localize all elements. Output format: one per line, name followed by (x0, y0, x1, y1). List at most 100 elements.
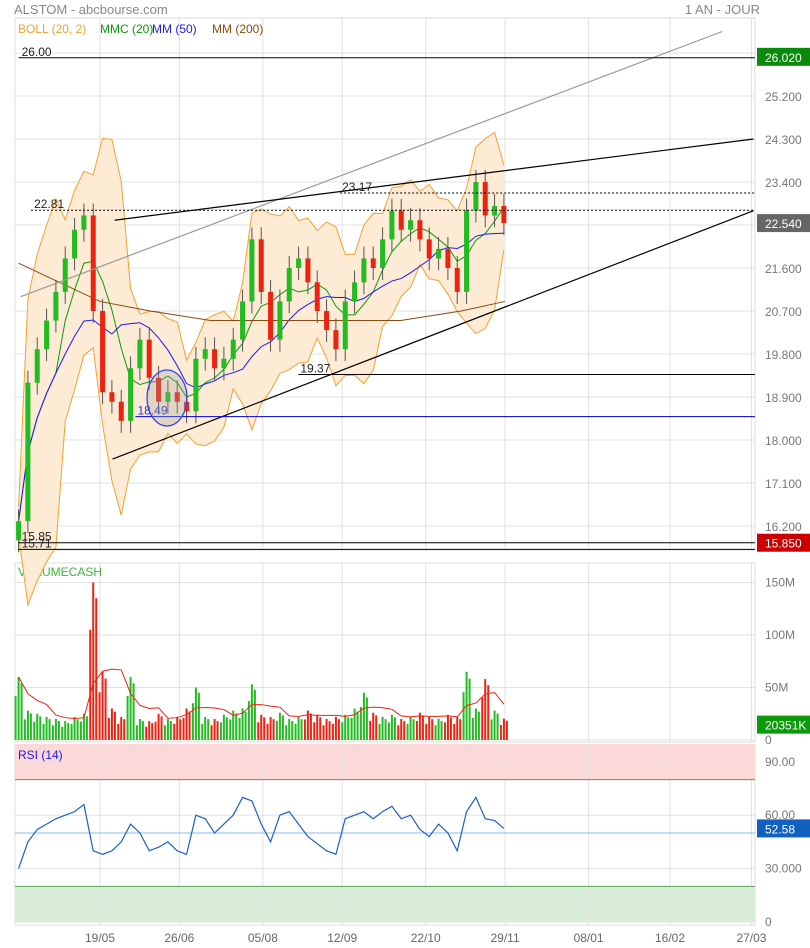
volume-tick-label: 150M (765, 576, 795, 590)
candle-body (324, 311, 330, 331)
volume-bar (316, 714, 319, 740)
price-tick-label: 16.200 (765, 520, 802, 534)
volume-bar (201, 723, 204, 740)
volume-bar (45, 716, 48, 740)
volume-bar (272, 719, 275, 740)
volume-bar (132, 683, 135, 740)
candle-body (352, 282, 358, 302)
volume-bar (285, 725, 288, 740)
candle-body (389, 210, 395, 240)
volume-bar (415, 720, 418, 740)
volume-bar (453, 723, 456, 740)
volume-bar (359, 706, 362, 740)
volume-bar (20, 683, 23, 740)
volume-bar (403, 721, 406, 740)
volume-bar (434, 725, 437, 740)
x-tick-label: 16/02 (655, 931, 685, 945)
volume-bar (428, 716, 431, 740)
volume-bar (194, 687, 197, 740)
volume-bar (490, 719, 493, 740)
volume-bar (365, 697, 368, 740)
candle-body (90, 215, 96, 311)
candle-body (342, 301, 348, 350)
legend-item: MMC (20) (100, 22, 153, 36)
volume-bar (437, 719, 440, 740)
volume-tag-label: 20351K (765, 719, 806, 733)
candle-body (221, 358, 227, 369)
volume-bar (110, 708, 113, 740)
candle-body (286, 268, 292, 302)
volume-bar (185, 708, 188, 740)
volume-bar (266, 723, 269, 740)
volume-bar (303, 719, 306, 740)
volume-bar (219, 722, 222, 740)
rsi-panel-title: RSI (14) (18, 748, 63, 762)
level-label: 22.81 (34, 197, 64, 211)
volume-tick-label: 50M (765, 681, 788, 695)
volume-bar (319, 717, 322, 740)
volume-bar (331, 723, 334, 740)
volume-bar (197, 692, 200, 740)
volume-bar (79, 721, 82, 740)
volume-bar (387, 722, 390, 740)
volume-bar (238, 717, 241, 740)
volume-bar (182, 717, 185, 740)
x-tick-label: 27/03 (736, 931, 766, 945)
level-label: 15.71 (22, 536, 52, 550)
candle-body (445, 248, 451, 268)
volume-bar (204, 716, 207, 740)
volume-bar (459, 719, 462, 740)
volume-bar (169, 721, 172, 740)
volume-bar (207, 719, 210, 740)
volume-bar (89, 629, 92, 740)
price-tag-label: 26.020 (765, 51, 802, 65)
volume-bar (163, 725, 166, 740)
volume-bar (322, 725, 325, 740)
volume-bar (92, 582, 95, 740)
x-tick-label: 12/09 (327, 931, 357, 945)
candle-body (268, 291, 274, 340)
volume-bar (145, 726, 148, 740)
rsi-oversold-zone (15, 886, 755, 922)
volume-bar (157, 713, 160, 740)
volume-bar (129, 677, 132, 740)
volume-bar (390, 714, 393, 740)
volume-bar (98, 692, 101, 740)
volume-bar (151, 722, 154, 740)
volume-bar (462, 692, 465, 740)
volume-bar (70, 723, 73, 740)
volume-bar (362, 692, 365, 740)
candle-body (398, 210, 404, 230)
volume-bar (222, 714, 225, 740)
candle-body (118, 401, 124, 421)
candle-body (146, 339, 152, 378)
candle-body (230, 339, 236, 359)
candle-body (44, 320, 50, 350)
volume-bar (484, 679, 487, 740)
candle-body (408, 220, 414, 230)
candle-body (296, 258, 302, 268)
volume-bar (123, 719, 126, 740)
volume-bar (409, 716, 412, 740)
volume-bar (173, 723, 176, 740)
volume-bar (446, 714, 449, 740)
candle-body (81, 215, 87, 230)
volume-bar (294, 723, 297, 740)
volume-bar (225, 717, 228, 740)
volume-bar (421, 715, 424, 740)
volume-bar (313, 722, 316, 740)
candle-body (193, 358, 199, 412)
volume-bar (138, 719, 141, 740)
volume-bar (353, 708, 356, 740)
volume-bar (14, 695, 17, 740)
volume-bar (496, 713, 499, 740)
candle-body (454, 268, 460, 292)
volume-bar (505, 720, 508, 740)
volume-bar (126, 695, 129, 740)
volume-bar (378, 723, 381, 740)
candle-body (333, 330, 339, 350)
volume-bar (474, 708, 477, 740)
candle-body (380, 239, 386, 268)
volume-bar (39, 716, 42, 740)
x-tick-label: 05/08 (248, 931, 278, 945)
